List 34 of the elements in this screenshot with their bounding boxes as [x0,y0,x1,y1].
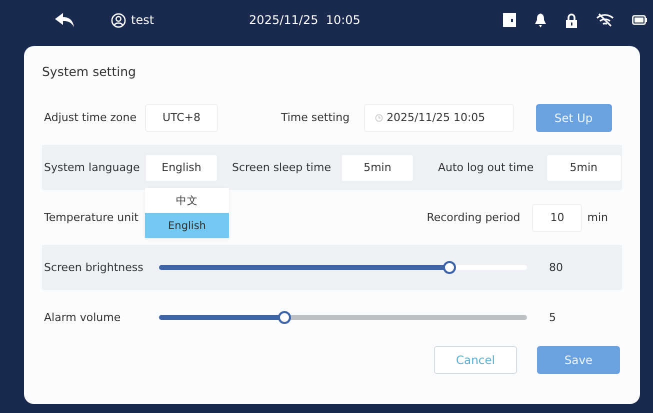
field-label: Adjust time zone [44,111,138,124]
user-icon [111,12,126,28]
language-dropdown[interactable]: English [145,154,218,182]
dialog-title: System setting [42,64,136,79]
field-label: Recording period [426,211,520,224]
battery-icon [632,15,647,25]
slider-value: 80 [549,261,563,274]
slider-value: 5 [549,311,556,324]
wifi-off-icon[interactable] [596,13,614,27]
slider-label: Alarm volume [44,311,122,324]
recording-period-field[interactable]: 10 [532,204,582,232]
slider-thumb[interactable] [278,311,291,324]
time-value: 2025/11/25 10:05 [386,111,486,124]
dropdown-option[interactable]: 中文 [145,188,229,213]
sleep-time-field[interactable]: 5min [340,154,414,182]
field-label: Screen sleep time [232,161,331,174]
bell-icon[interactable] [534,12,547,28]
logout-time-field[interactable]: 5min [546,154,622,182]
clock-icon [374,114,383,122]
unit-label: min [587,211,608,224]
field-label: Temperature unit [44,211,138,224]
slider-label: Screen brightness [44,261,144,274]
slider-thumb[interactable] [443,261,456,274]
back-icon[interactable] [55,13,75,27]
dropdown-option[interactable]: English [145,213,229,238]
field-label: Time setting [281,111,350,124]
time-field[interactable]: 2025/11/25 10:05 [364,104,514,132]
field-label: Auto log out time [438,161,534,174]
status-datetime: 2025/11/25 10:05 [249,13,360,27]
time-zone-field[interactable]: UTC+8 [145,104,218,132]
lock-icon[interactable] [565,12,578,28]
door-icon[interactable] [503,13,516,27]
user-name: test [131,13,154,27]
field-label: System language [44,161,141,174]
